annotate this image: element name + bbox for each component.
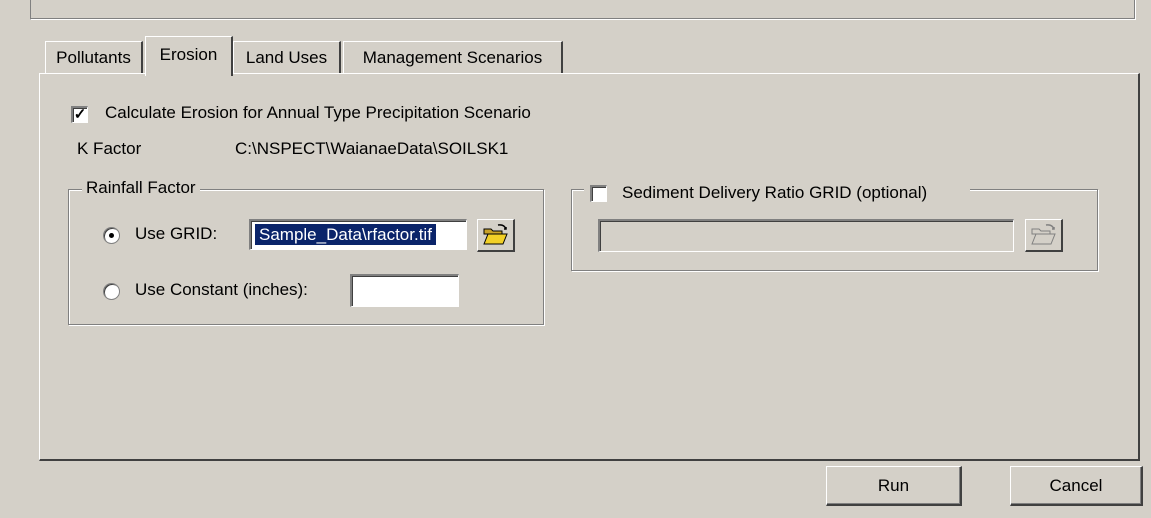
- folder-open-icon: [1031, 224, 1056, 245]
- tab-pollutants[interactable]: Pollutants: [45, 41, 143, 74]
- checkmark-icon: ✓: [73, 106, 87, 123]
- use-constant-radio[interactable]: [103, 283, 120, 300]
- rainfall-factor-group: [68, 189, 544, 325]
- use-constant-label: Use Constant (inches):: [135, 280, 308, 299]
- tab-management-scenarios[interactable]: Management Scenarios: [343, 41, 563, 74]
- cancel-button[interactable]: Cancel: [1010, 466, 1143, 506]
- grid-path-selection: Sample_Data\rfactor.tif: [255, 224, 436, 245]
- constant-input[interactable]: [350, 274, 459, 307]
- rainfall-factor-legend: Rainfall Factor: [82, 178, 200, 198]
- use-grid-radio[interactable]: [103, 227, 120, 244]
- grid-path-input[interactable]: Sample_Data\rfactor.tif: [249, 219, 467, 250]
- radio-selected-dot: [109, 233, 114, 238]
- sdr-label: Sediment Delivery Ratio GRID (optional): [622, 183, 928, 202]
- sdr-checkbox[interactable]: [590, 185, 607, 202]
- k-factor-path: C:\NSPECT\WaianaeData\SOILSK1: [235, 139, 509, 158]
- browse-sdr-button[interactable]: [1025, 219, 1063, 252]
- erosion-content: ✓ Calculate Erosion for Annual Type Prec…: [39, 73, 1140, 461]
- run-button[interactable]: Run: [826, 466, 962, 506]
- calculate-erosion-label: Calculate Erosion for Annual Type Precip…: [105, 103, 531, 122]
- k-factor-label: K Factor: [77, 139, 142, 158]
- tab-erosion[interactable]: Erosion: [145, 36, 233, 76]
- sdr-path-input[interactable]: [598, 219, 1014, 252]
- folder-open-icon: [483, 224, 508, 245]
- top-panel: [30, 0, 1136, 20]
- browse-grid-button[interactable]: [477, 219, 515, 252]
- tab-land-uses[interactable]: Land Uses: [233, 41, 341, 74]
- use-grid-label: Use GRID:: [135, 224, 218, 243]
- calculate-erosion-checkbox[interactable]: ✓: [71, 106, 88, 123]
